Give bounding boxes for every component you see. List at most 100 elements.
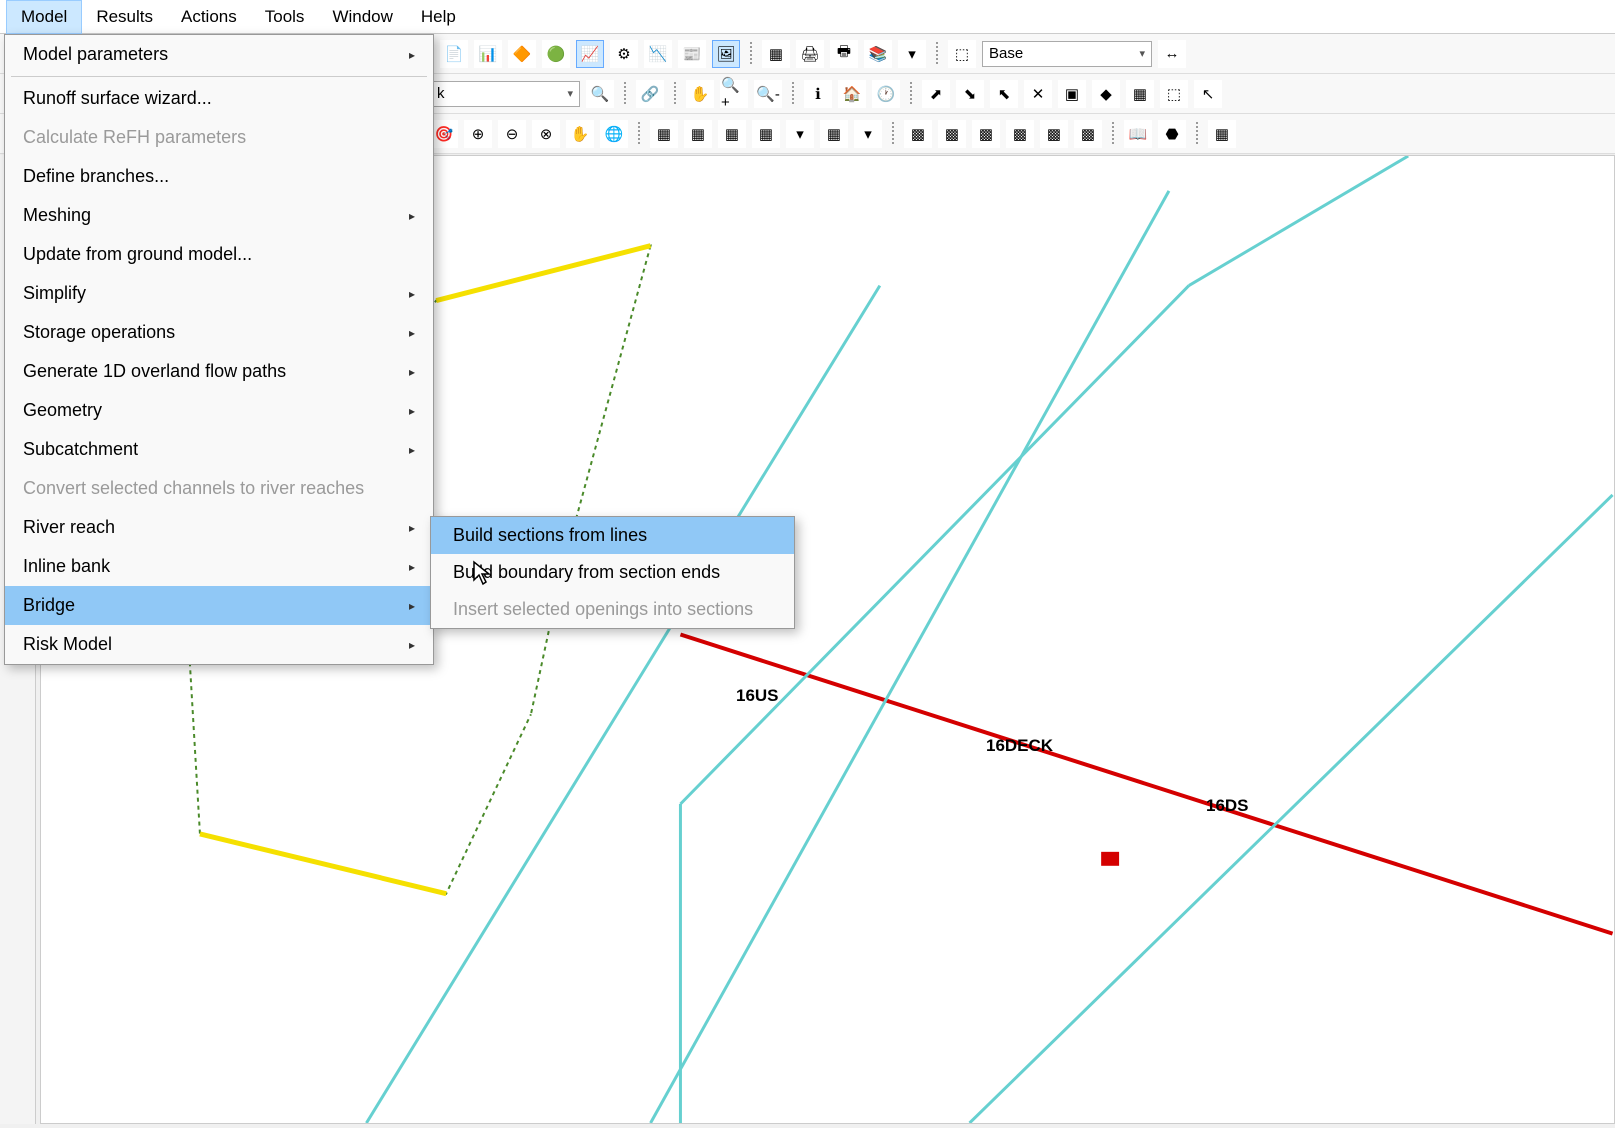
toolbar-btn-h1[interactable]: ▦ — [650, 120, 678, 148]
menu-gen-1d-overland[interactable]: Generate 1D overland flow paths▸ — [5, 352, 433, 391]
menu-calculate-refh: Calculate ReFH parameters — [5, 118, 433, 157]
toolbar-btn-i6[interactable]: ▩ — [1074, 120, 1102, 148]
toolbar-btn-g6[interactable]: 🌐 — [600, 120, 628, 148]
toolbar-btn-g2[interactable]: ⊕ — [464, 120, 492, 148]
toolbar-btn-f3[interactable]: ⬉ — [990, 80, 1018, 108]
toolbar-btn-h3[interactable]: ▦ — [718, 120, 746, 148]
toolbar-btn-g5[interactable]: ✋ — [566, 120, 594, 148]
toolbar-btn-a9[interactable]: 🖼 — [712, 40, 740, 68]
menu-separator — [11, 76, 427, 77]
menu-subcatchment[interactable]: Subcatchment▸ — [5, 430, 433, 469]
toolbar-btn-i1[interactable]: ▩ — [904, 120, 932, 148]
toolbar-btn-zoomout[interactable]: 🔍- — [754, 80, 782, 108]
toolbar-separator — [1196, 122, 1198, 146]
submenu-arrow-icon: ▸ — [409, 48, 415, 62]
toolbar-btn-f6[interactable]: ◆ — [1092, 80, 1120, 108]
menu-model-parameters[interactable]: Model parameters▸ — [5, 35, 433, 74]
submenu-build-sections[interactable]: Build sections from lines — [431, 517, 794, 554]
toolbar-btn-j3[interactable]: ▦ — [1208, 120, 1236, 148]
toolbar-btn-f7[interactable]: ▦ — [1126, 80, 1154, 108]
toolbar-btn-b3[interactable]: 🖶 — [830, 40, 858, 68]
toolbar-separator — [892, 122, 894, 146]
toolbar-btn-d1[interactable]: 🔍 — [586, 80, 614, 108]
toolbar-btn-b5[interactable]: ▾ — [898, 40, 926, 68]
toolbar-separator — [792, 82, 794, 106]
toolbar-separator — [750, 42, 752, 66]
menu-storage-operations[interactable]: Storage operations▸ — [5, 313, 433, 352]
toolbar-btn-a8[interactable]: 📰 — [678, 40, 706, 68]
toolbar-btn-d2[interactable]: 🔗 — [636, 80, 664, 108]
toolbar-btn-h2[interactable]: ▦ — [684, 120, 712, 148]
menu-convert-channels: Convert selected channels to river reach… — [5, 469, 433, 508]
menu-simplify[interactable]: Simplify▸ — [5, 274, 433, 313]
menu-actions[interactable]: Actions — [167, 1, 251, 33]
menu-model[interactable]: Model — [6, 0, 82, 34]
submenu-arrow-icon: ▸ — [409, 560, 415, 574]
canvas-label-16us: 16US — [736, 686, 779, 706]
toolbar-btn-h6[interactable]: ▦ — [820, 120, 848, 148]
toolbar-btn-b1[interactable]: ▦ — [762, 40, 790, 68]
toolbar-btn-j2[interactable]: ⬣ — [1158, 120, 1186, 148]
toolbar-btn-pan[interactable]: ✋ — [686, 80, 714, 108]
toolbar-btn-i3[interactable]: ▩ — [972, 120, 1000, 148]
menu-meshing[interactable]: Meshing▸ — [5, 196, 433, 235]
toolbar-btn-a1[interactable]: 📄 — [440, 40, 468, 68]
menu-window[interactable]: Window — [318, 1, 406, 33]
toolbar-base-combo[interactable]: Base — [982, 41, 1152, 67]
toolbar-btn-e2[interactable]: 🏠 — [838, 80, 866, 108]
toolbar-btn-j1[interactable]: 📖 — [1124, 120, 1152, 148]
toolbar-separator — [638, 122, 640, 146]
cyan-line-2 — [651, 191, 1169, 1123]
menu-runoff-wizard[interactable]: Runoff surface wizard... — [5, 79, 433, 118]
cyan-line-3c — [1189, 156, 1408, 286]
toolbar-separator — [1112, 122, 1114, 146]
toolbar-btn-b2[interactable]: 🖨 — [796, 40, 824, 68]
red-marker — [1101, 852, 1119, 866]
toolbar-btn-f9[interactable]: ↖ — [1194, 80, 1222, 108]
toolbar-btn-a4[interactable]: 🟢 — [542, 40, 570, 68]
toolbar-combo-k[interactable]: k — [430, 81, 580, 107]
toolbar-btn-f5[interactable]: ▣ — [1058, 80, 1086, 108]
menu-help[interactable]: Help — [407, 1, 470, 33]
toolbar-btn-h5[interactable]: ▾ — [786, 120, 814, 148]
toolbar-btn-h4[interactable]: ▦ — [752, 120, 780, 148]
toolbar-btn-a6[interactable]: ⚙ — [610, 40, 638, 68]
toolbar-btn-g4[interactable]: ⊗ — [532, 120, 560, 148]
toolbar-btn-i5[interactable]: ▩ — [1040, 120, 1068, 148]
toolbar-btn-zoomin[interactable]: 🔍+ — [720, 80, 748, 108]
submenu-build-boundary[interactable]: Build boundary from section ends — [431, 554, 794, 591]
submenu-arrow-icon: ▸ — [409, 326, 415, 340]
toolbar-btn-f2[interactable]: ⬊ — [956, 80, 984, 108]
toolbar-btn-i4[interactable]: ▩ — [1006, 120, 1034, 148]
menu-define-branches[interactable]: Define branches... — [5, 157, 433, 196]
menu-inline-bank[interactable]: Inline bank▸ — [5, 547, 433, 586]
toolbar-btn-a2[interactable]: 📊 — [474, 40, 502, 68]
menu-risk-model[interactable]: Risk Model▸ — [5, 625, 433, 664]
menu-river-reach[interactable]: River reach▸ — [5, 508, 433, 547]
toolbar-btn-f8[interactable]: ⬚ — [1160, 80, 1188, 108]
menu-geometry[interactable]: Geometry▸ — [5, 391, 433, 430]
menu-bridge[interactable]: Bridge▸ — [5, 586, 433, 625]
menu-update-ground[interactable]: Update from ground model... — [5, 235, 433, 274]
toolbar-btn-f4[interactable]: ✕ — [1024, 80, 1052, 108]
menu-results[interactable]: Results — [82, 1, 167, 33]
submenu-insert-openings: Insert selected openings into sections — [431, 591, 794, 628]
toolbar-btn-c2[interactable]: ↔ — [1158, 40, 1186, 68]
toolbar-btn-a3[interactable]: 🔶 — [508, 40, 536, 68]
menu-tools[interactable]: Tools — [251, 1, 319, 33]
menubar: Model Results Actions Tools Window Help — [0, 0, 1615, 34]
toolbar-btn-e3[interactable]: 🕐 — [872, 80, 900, 108]
toolbar-btn-c1[interactable]: ⬚ — [948, 40, 976, 68]
submenu-arrow-icon: ▸ — [409, 521, 415, 535]
toolbar-btn-h7[interactable]: ▾ — [854, 120, 882, 148]
toolbar-btn-a5[interactable]: 📈 — [576, 40, 604, 68]
toolbar-btn-b4[interactable]: 📚 — [864, 40, 892, 68]
toolbar-btn-i2[interactable]: ▩ — [938, 120, 966, 148]
toolbar-btn-f1[interactable]: ⬈ — [922, 80, 950, 108]
toolbar-btn-a7[interactable]: 📉 — [644, 40, 672, 68]
model-dropdown: Model parameters▸ Runoff surface wizard.… — [4, 34, 434, 665]
toolbar-btn-e1[interactable]: ℹ — [804, 80, 832, 108]
submenu-arrow-icon: ▸ — [409, 287, 415, 301]
toolbar-btn-g1[interactable]: 🎯 — [430, 120, 458, 148]
toolbar-btn-g3[interactable]: ⊖ — [498, 120, 526, 148]
